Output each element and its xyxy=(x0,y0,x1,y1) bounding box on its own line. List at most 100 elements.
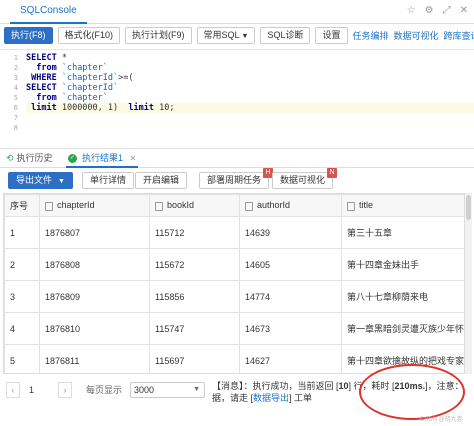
periodic-task-button[interactable]: 部署周期任务 H xyxy=(199,168,274,189)
table-cell[interactable]: 115712 xyxy=(149,216,240,249)
table-cell[interactable]: 4 xyxy=(4,312,40,345)
tab-result-label: 执行结果1 xyxy=(82,153,124,163)
result-grid[interactable]: 序号 chapterId bookId authorId title 1 187… xyxy=(3,193,465,374)
close-tab-icon[interactable]: ✕ xyxy=(130,154,137,163)
table-cell[interactable]: 14639 xyxy=(239,216,342,249)
cross-db-query-link[interactable]: 跨库查询 xyxy=(444,29,474,42)
column-type-icon xyxy=(45,201,53,211)
sql-keyword: from xyxy=(26,63,57,73)
table-cell[interactable]: 14774 xyxy=(239,280,342,313)
sql-identifier: `chapter` xyxy=(56,93,108,103)
table-cell[interactable]: 第十四章金妹出手 xyxy=(341,248,464,281)
expand-icon[interactable]: ⤢ xyxy=(443,5,451,16)
table-cell[interactable]: 1876808 xyxy=(39,248,150,281)
code-line-current: limit 1000000, 1) limit 10; xyxy=(26,103,474,113)
prev-page-button[interactable]: ‹ xyxy=(6,382,20,398)
data-visualization-button[interactable]: 数据可视化 N xyxy=(272,168,338,189)
table-cell[interactable]: 115747 xyxy=(149,312,240,345)
column-type-icon xyxy=(245,201,253,211)
table-cell[interactable]: 115697 xyxy=(149,344,240,373)
star-icon[interactable]: ☆ xyxy=(407,5,416,16)
table-row[interactable]: 1 1876807 115712 14639 第三十五章 xyxy=(4,216,464,249)
result-toolbar: 导出文件 ▼ 单行详情 开启编辑 部署周期任务 H 数据可视化 N xyxy=(0,168,474,192)
tab-history-label: 执行历史 xyxy=(16,153,53,163)
sql-keyword: SELECT xyxy=(26,53,57,63)
code-line: SELECT `chapterId` xyxy=(26,83,474,93)
run-button[interactable]: 执行(F8) xyxy=(4,26,53,44)
table-cell[interactable]: 115672 xyxy=(149,248,240,281)
export-file-dropdown[interactable]: 导出文件 ▼ xyxy=(8,172,73,189)
table-row[interactable]: 2 1876808 115672 14605 第十四章金妹出手 xyxy=(4,248,464,281)
table-cell[interactable]: 3 xyxy=(4,280,40,313)
data-visualization-link[interactable]: 数据可视化 xyxy=(394,29,439,42)
column-header-chapterid[interactable]: chapterId xyxy=(39,194,150,217)
table-cell[interactable]: 14627 xyxy=(239,344,342,373)
line-number: 5 xyxy=(13,94,18,102)
table-cell[interactable]: 1876809 xyxy=(39,280,150,313)
page-size-label: 每页显示 xyxy=(86,385,123,395)
table-cell[interactable]: 第三十五章 xyxy=(341,216,464,249)
line-number: 6 xyxy=(13,104,18,112)
table-cell[interactable]: 1876811 xyxy=(39,344,150,373)
settings-button[interactable]: 设置 xyxy=(315,26,348,44)
page-size-select[interactable]: 3000 ▼ xyxy=(130,382,205,398)
table-cell[interactable]: 2 xyxy=(4,248,40,281)
enable-edit-button[interactable]: 开启编辑 xyxy=(135,172,188,189)
line-number: 7 xyxy=(13,114,18,122)
chevron-down-icon: ▼ xyxy=(241,32,249,40)
data-export-link[interactable]: 数据导出 xyxy=(253,393,289,403)
table-row[interactable]: 4 1876810 115747 14673 第一章黑暗剑灵遭灭族少年怀仇 xyxy=(4,312,464,345)
page-size-value: 3000 xyxy=(134,385,155,395)
format-button[interactable]: 格式化(F10) xyxy=(57,26,121,44)
task-orchestration-link[interactable]: 任务编排 xyxy=(353,29,389,42)
table-row[interactable]: 3 1876809 115856 14774 第八十七章柳荫来电 xyxy=(4,280,464,313)
column-header-authorid[interactable]: authorId xyxy=(239,194,342,217)
tab-execution-result[interactable]: ✓ 执行结果1 ✕ xyxy=(66,149,139,168)
export-label: 导出文件 xyxy=(16,175,53,185)
line-number: 4 xyxy=(13,84,18,92)
sql-diagnose-button[interactable]: SQL诊断 xyxy=(260,26,311,44)
table-cell[interactable]: 5 xyxy=(4,344,40,373)
sql-editor[interactable]: 1 2 3 4 5 6 7 8 SELECT * from `chapter` … xyxy=(0,49,474,144)
success-check-icon: ✓ xyxy=(68,154,77,164)
editor-toolbar: 执行(F8) 格式化(F10) 执行计划(F9) 常用SQL ▼ SQL诊断 设置… xyxy=(0,24,474,46)
line-number: 3 xyxy=(13,74,18,82)
table-cell[interactable]: 1 xyxy=(4,216,40,249)
column-header-label: 序号 xyxy=(10,201,29,211)
table-cell[interactable]: 第八十七章柳荫来电 xyxy=(341,280,464,313)
line-number: 2 xyxy=(13,64,18,72)
table-cell[interactable]: 14673 xyxy=(239,312,342,345)
row-detail-button[interactable]: 单行详情 xyxy=(82,172,135,189)
sql-text: >=( xyxy=(118,73,134,83)
new-badge: N xyxy=(327,168,338,178)
common-sql-label: 常用SQL xyxy=(203,29,240,40)
column-header-label: authorId xyxy=(257,200,291,211)
line-number-gutter: 1 2 3 4 5 6 7 8 xyxy=(0,53,22,133)
tab-sqlconsole[interactable]: SQLConsole xyxy=(10,0,87,24)
code-area[interactable]: SELECT * from `chapter` WHERE `chapterId… xyxy=(26,53,474,133)
common-sql-dropdown[interactable]: 常用SQL ▼ xyxy=(196,26,256,44)
column-header-title[interactable]: title xyxy=(341,194,464,217)
sql-keyword: limit xyxy=(26,103,57,113)
scrollbar-thumb[interactable] xyxy=(466,195,471,220)
sql-identifier: `chapterId` xyxy=(56,73,119,83)
column-type-icon xyxy=(347,201,355,211)
data-visualization-label: 数据可视化 xyxy=(280,175,326,185)
code-line: SELECT * xyxy=(26,53,474,63)
table-cell[interactable]: 14605 xyxy=(239,248,342,281)
table-cell[interactable]: 1876810 xyxy=(39,312,150,345)
column-header-index[interactable]: 序号 xyxy=(4,194,40,217)
table-cell[interactable]: 1876807 xyxy=(39,216,150,249)
close-icon[interactable]: ✕ xyxy=(460,5,468,16)
vertical-scrollbar[interactable] xyxy=(465,193,472,374)
column-header-bookid[interactable]: bookId xyxy=(149,194,240,217)
settings-icon[interactable]: ⚙ xyxy=(425,5,434,16)
table-cell[interactable]: 115856 xyxy=(149,280,240,313)
tab-execution-history[interactable]: ⟲ 执行历史 xyxy=(6,149,53,168)
periodic-task-label: 部署周期任务 xyxy=(207,175,262,185)
execution-plan-button[interactable]: 执行计划(F9) xyxy=(125,26,192,44)
table-cell[interactable]: 第一章黑暗剑灵遭灭族少年怀仇 xyxy=(341,312,464,345)
row-count: 10 xyxy=(338,381,349,391)
next-page-button[interactable]: › xyxy=(58,382,72,398)
